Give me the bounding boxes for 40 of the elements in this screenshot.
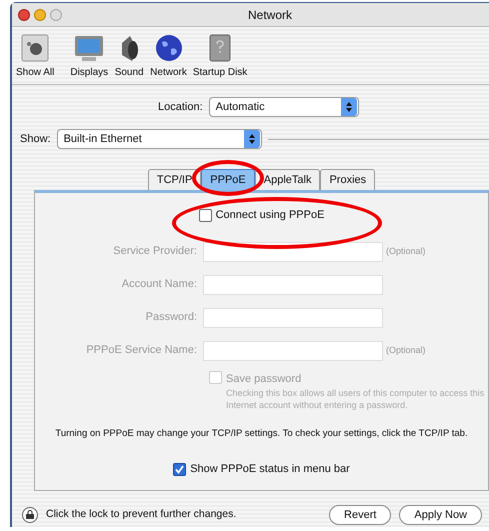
toolbar-item[interactable]: Startup Disk [192,33,248,80]
footer-button[interactable]: Revert [329,504,392,525]
show-label: Show: [20,132,51,147]
toolbar-item[interactable]: Displays [70,33,108,80]
tab[interactable]: AppleTalk [254,169,320,190]
toolbar-item[interactable]: Show All [16,33,54,80]
field-label: Account Name: [120,277,198,292]
save-password-label: Save password [226,372,302,386]
connect-label: Connect using PPPoE [216,208,324,223]
stepper-arrows-icon [244,130,260,148]
monitor-icon [74,33,104,63]
show-status-label: Show PPPoE status in menu bar [190,462,350,478]
checkmark-icon [175,465,184,474]
location-label: Location: [158,100,203,115]
minimize-button[interactable] [34,8,46,20]
zoom-button[interactable] [50,8,62,20]
apple-icon [20,33,50,63]
checkbox[interactable] [173,463,186,476]
checkbox[interactable] [198,208,212,222]
show-popup[interactable]: Built-in Ethernet [56,129,262,149]
stepper-arrows-icon [340,98,357,116]
field-label: Password: [144,310,198,326]
location-popup[interactable]: Automatic [208,97,359,117]
optional-note: (Optional) [386,344,426,357]
tab[interactable]: Proxies [320,169,376,190]
toolbar-item[interactable]: Network [150,33,187,80]
notice-text: Turning on PPPoE may change your TCP/IP settings. To check your settings, click the TCP/IP tab. [54,427,469,441]
lock-text: Click the lock to prevent further changes. [46,506,238,522]
toolbar-item[interactable]: Sound [114,33,144,80]
window-title: Network [248,6,292,24]
tab[interactable]: TCP/IP [148,169,202,190]
tab[interactable]: PPPoE [201,169,255,190]
close-button[interactable] [18,8,30,20]
save-password-note: Checking this box allows all users of this computer to access this Internet account without entering a password. [226,387,486,411]
field-label: Service Provider: [112,244,198,260]
globe-icon [154,33,184,63]
optional-note: (Optional) [386,244,426,258]
field-label: PPPoE Service Name: [85,343,198,358]
footer-button[interactable]: Apply Now [399,504,482,525]
lock-icon[interactable] [22,506,38,523]
